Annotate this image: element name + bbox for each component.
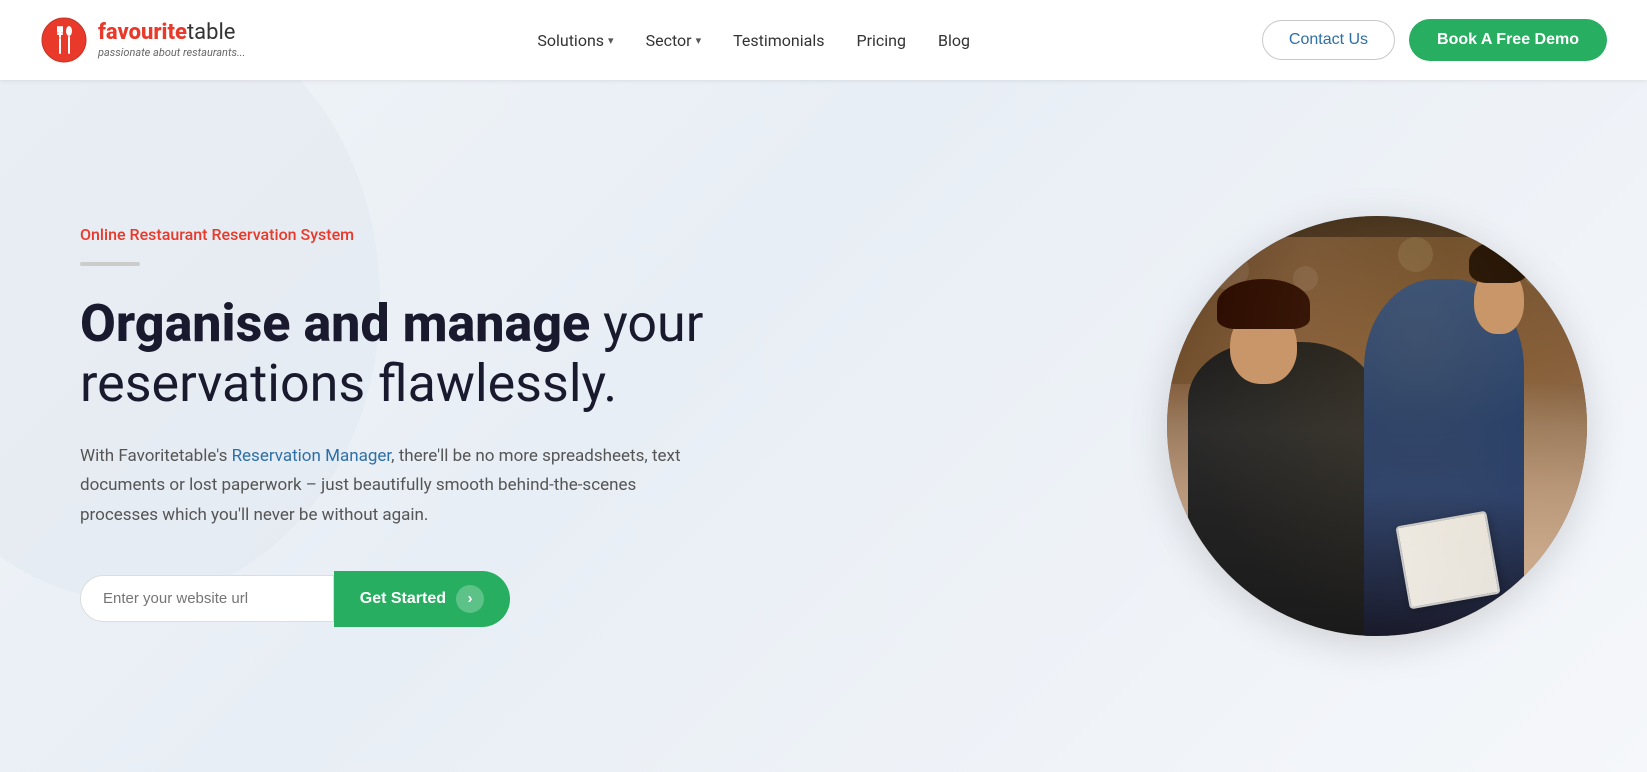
get-started-label: Get Started bbox=[360, 590, 446, 608]
blog-label: Blog bbox=[938, 31, 970, 50]
contact-button[interactable]: Contact Us bbox=[1262, 20, 1395, 60]
hero-content: Online Restaurant Reservation System Org… bbox=[80, 225, 760, 627]
nav-item-blog[interactable]: Blog bbox=[938, 31, 970, 50]
nav-item-pricing[interactable]: Pricing bbox=[856, 31, 906, 50]
website-url-input[interactable] bbox=[80, 575, 334, 622]
nav-actions: Contact Us Book A Free Demo bbox=[1262, 19, 1607, 61]
sector-chevron-icon: ▾ bbox=[696, 34, 702, 47]
nav-item-sector[interactable]: Sector ▾ bbox=[646, 31, 702, 50]
scene-overlay bbox=[1167, 216, 1587, 636]
solutions-chevron-icon: ▾ bbox=[608, 34, 614, 47]
blog-link[interactable]: Blog bbox=[938, 31, 970, 50]
solutions-link[interactable]: Solutions ▾ bbox=[537, 31, 613, 50]
hero-section: Online Restaurant Reservation System Org… bbox=[0, 80, 1647, 772]
nav-item-testimonials[interactable]: Testimonials bbox=[733, 31, 824, 50]
restaurant-scene bbox=[1167, 216, 1587, 636]
testimonials-label: Testimonials bbox=[733, 31, 824, 50]
hero-label: Online Restaurant Reservation System bbox=[80, 225, 760, 244]
sector-link[interactable]: Sector ▾ bbox=[646, 31, 702, 50]
brand-name: favouritetable bbox=[98, 21, 245, 45]
sector-label: Sector bbox=[646, 31, 692, 50]
brand-tagline: passionate about restaurants... bbox=[98, 46, 245, 59]
hero-divider bbox=[80, 262, 140, 266]
testimonials-link[interactable]: Testimonials bbox=[733, 31, 824, 50]
hero-image-circle bbox=[1167, 216, 1587, 636]
get-started-button[interactable]: Get Started › bbox=[334, 571, 510, 627]
cta-form: Get Started › bbox=[80, 571, 510, 627]
pricing-link[interactable]: Pricing bbox=[856, 31, 906, 50]
logo-link[interactable]: favouritetable passionate about restaura… bbox=[40, 16, 245, 64]
arrow-circle-icon: › bbox=[456, 585, 484, 613]
reservation-manager-link[interactable]: Reservation Manager bbox=[232, 446, 392, 466]
hero-title-bold: Organise and manage bbox=[80, 293, 590, 354]
navbar: favouritetable passionate about restaura… bbox=[0, 0, 1647, 80]
nav-links: Solutions ▾ Sector ▾ Testimonials Pricin… bbox=[537, 31, 970, 50]
solutions-label: Solutions bbox=[537, 31, 604, 50]
nav-item-solutions[interactable]: Solutions ▾ bbox=[537, 31, 613, 50]
hero-image-container bbox=[1167, 216, 1587, 636]
hero-title: Organise and manage your reservations fl… bbox=[80, 294, 760, 414]
pricing-label: Pricing bbox=[856, 31, 906, 50]
demo-button[interactable]: Book A Free Demo bbox=[1409, 19, 1607, 61]
hero-description: With Favoritetable's Reservation Manager… bbox=[80, 442, 700, 531]
logo-icon bbox=[40, 16, 88, 64]
